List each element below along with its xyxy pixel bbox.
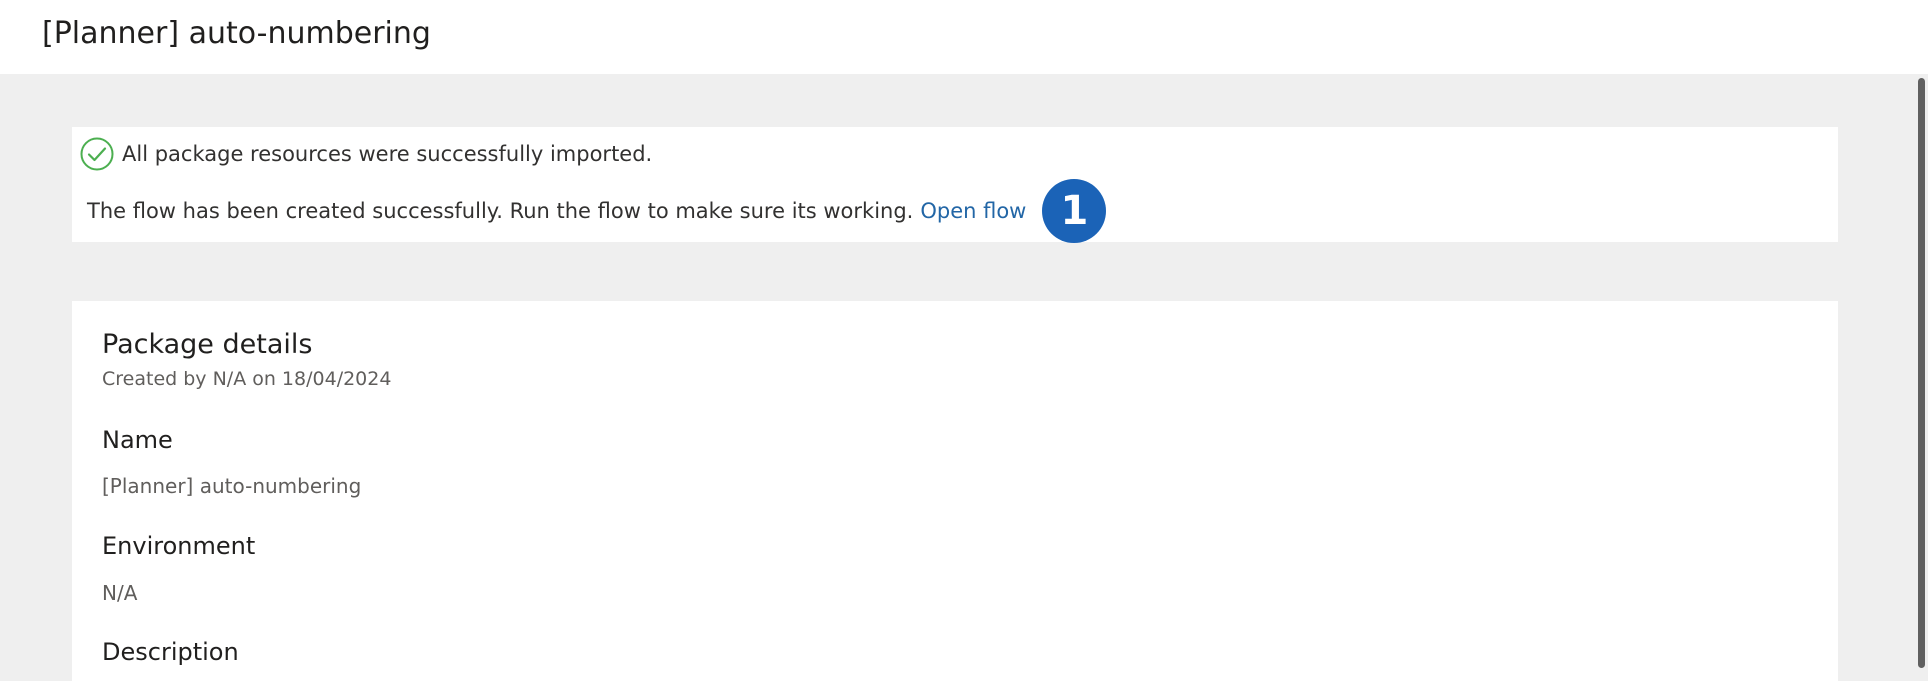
package-details-card: Package details Created by N/A on 18/04/…: [72, 301, 1838, 681]
environment-label: Environment: [102, 532, 256, 560]
scrollbar-thumb[interactable]: [1918, 78, 1925, 668]
name-value: [Planner] auto-numbering: [102, 474, 362, 498]
flow-created-message: The flow has been created successfully. …: [87, 199, 914, 223]
check-circle-icon: [80, 137, 114, 171]
description-label: Description: [102, 638, 239, 666]
step-number-badge: 1: [1042, 179, 1107, 243]
flow-row: The flow has been created successfully. …: [87, 179, 1107, 243]
page-title: [Planner] auto-numbering: [42, 16, 431, 51]
success-message: All package resources were successfully …: [122, 142, 653, 166]
environment-value: N/A: [102, 581, 138, 605]
open-flow-link[interactable]: Open flow: [920, 199, 1026, 223]
success-row: All package resources were successfully …: [80, 137, 652, 171]
page-header: [Planner] auto-numbering: [0, 0, 1928, 74]
name-label: Name: [102, 426, 173, 454]
package-details-title: Package details: [102, 329, 313, 360]
package-created-by: Created by N/A on 18/04/2024: [102, 368, 392, 390]
import-result-panel: All package resources were successfully …: [72, 127, 1838, 243]
